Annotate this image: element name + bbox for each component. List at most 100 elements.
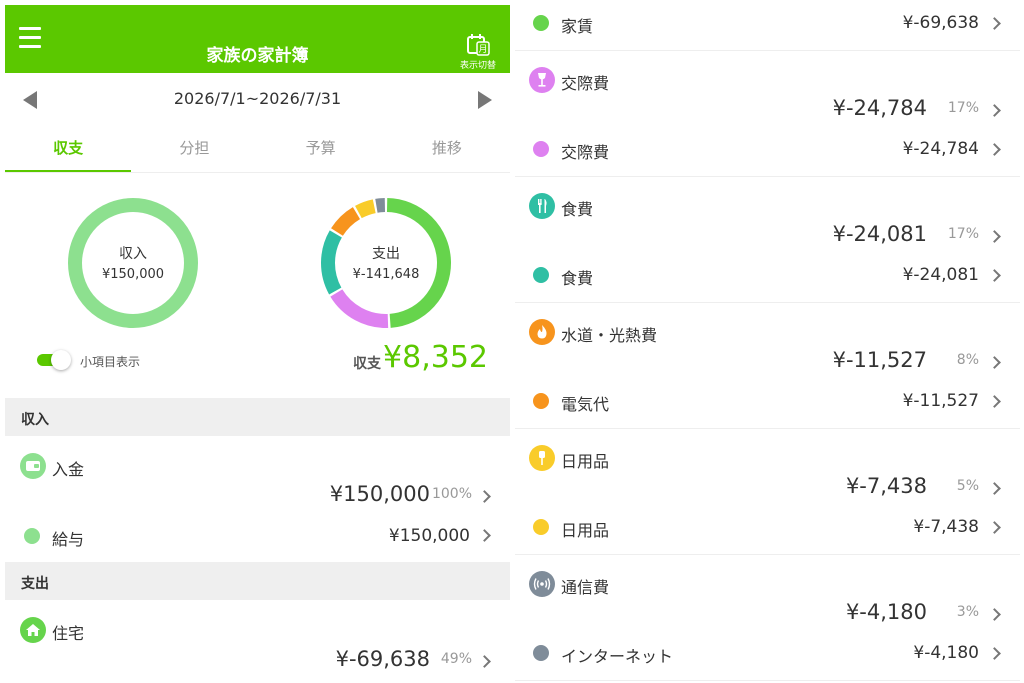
color-dot — [533, 393, 549, 409]
item-amount: ¥150,000 — [388, 526, 470, 546]
item-name: 給与 — [52, 530, 85, 549]
category-row[interactable]: 水道・光熱費 ¥-11,527 8% — [515, 302, 1020, 378]
chevron-right-icon — [988, 608, 1001, 621]
chevron-right-icon — [988, 521, 1001, 534]
chevron-right-icon — [478, 490, 491, 503]
tab-budget[interactable]: 予算 — [258, 125, 384, 172]
date-navigation: 2026/7/1~2026/7/31 — [5, 73, 510, 125]
app-title: 家族の家計簿 — [206, 46, 309, 66]
category-name: 水道・光熱費 — [561, 326, 658, 345]
category-percent: 3% — [956, 604, 979, 620]
expense-amount: ¥-141,648 — [352, 267, 420, 282]
subitem-toggle-label: 小項目表示 — [80, 355, 141, 369]
chevron-right-icon — [478, 655, 491, 668]
income-section-title: 収入 — [21, 412, 49, 428]
fork-knife-icon — [529, 193, 555, 219]
chevron-right-icon — [478, 529, 491, 542]
category-percent: 8% — [956, 352, 979, 368]
chevron-right-icon — [988, 395, 1001, 408]
color-dot — [533, 645, 549, 661]
summary-panel: 家族の家計簿 月 表示切替 2026/7/1~2026/7/31 収支 分担 予算推… — [5, 0, 510, 683]
category-percent: 49% — [440, 651, 472, 667]
category-percent: 17% — [947, 226, 979, 242]
category-row[interactable]: 食費 ¥-24,081 17% — [515, 176, 1020, 252]
svg-text:月: 月 — [478, 44, 487, 55]
income-label: 収入 — [119, 246, 147, 262]
item-amount: ¥-4,180 — [913, 643, 979, 663]
item-row[interactable]: 電気代 ¥-11,527 — [515, 378, 1020, 428]
category-row[interactable]: 通信費 ¥-4,180 3% — [515, 554, 1020, 630]
item-name: 日用品 — [561, 521, 610, 540]
income-amount: ¥150,000 — [101, 267, 165, 282]
item-row[interactable]: 日用品 ¥-7,438 — [515, 504, 1020, 554]
house-icon — [20, 617, 46, 643]
donut-segment-5 — [375, 198, 386, 213]
category-name: 交際費 — [561, 74, 610, 93]
donut-segment-1 — [330, 289, 389, 328]
expense-donut: 支出 ¥-141,648 — [316, 193, 456, 333]
view-toggle-label: 表示切替 — [459, 61, 496, 71]
chevron-right-icon — [988, 143, 1001, 156]
app-bar: 家族の家計簿 月 表示切替 — [5, 5, 510, 73]
category-row-expense[interactable]: 住宅 ¥-69,638 49% — [5, 600, 510, 683]
donut-segment-3 — [331, 207, 361, 237]
color-dot — [533, 519, 549, 535]
chevron-right-icon — [988, 104, 1001, 117]
item-amount: ¥-69,638 — [902, 13, 979, 33]
balance-label: 収支 — [353, 356, 381, 372]
expense-section-title: 支出 — [21, 576, 49, 592]
category-amount: ¥-69,638 — [335, 647, 430, 671]
category-row[interactable]: 日用品 ¥-7,438 5% — [515, 428, 1020, 504]
chevron-right-icon — [988, 356, 1001, 369]
category-percent: 17% — [947, 100, 979, 116]
color-dot — [533, 267, 549, 283]
category-amount: ¥-24,081 — [832, 222, 927, 246]
item-amount: ¥-24,784 — [902, 139, 979, 159]
category-amount: ¥-7,438 — [845, 474, 927, 498]
category-percent: 100% — [431, 486, 472, 502]
flame-icon — [529, 319, 555, 345]
item-amount: ¥-24,081 — [902, 265, 979, 285]
toothbrush-icon — [529, 445, 555, 471]
item-row[interactable]: インターネット ¥-4,180 — [515, 630, 1020, 680]
item-row[interactable]: 家賃 ¥-69,638 — [515, 0, 1020, 50]
view-toggle-button[interactable]: 月 表示切替 — [456, 33, 500, 71]
item-amount: ¥-11,527 — [902, 391, 979, 411]
category-name: 通信費 — [561, 578, 610, 597]
chevron-right-icon — [988, 647, 1001, 660]
chevron-right-icon — [988, 17, 1001, 30]
chevron-right-icon — [988, 482, 1001, 495]
row-divider — [515, 680, 1020, 681]
item-row[interactable]: 食費 ¥-24,081 — [515, 252, 1020, 302]
calendar-icon: 月 — [467, 34, 490, 56]
item-row-income[interactable]: 給与 ¥150,000 — [5, 518, 510, 562]
category-amount: ¥-11,527 — [832, 348, 927, 372]
signal-icon — [529, 571, 555, 597]
item-name: 食費 — [561, 269, 594, 288]
item-name: 交際費 — [561, 143, 610, 162]
date-range: 2026/7/1~2026/7/31 — [173, 89, 342, 108]
income-section-header: 収入 — [5, 398, 510, 436]
color-dot — [24, 528, 40, 544]
expense-label: 支出 — [372, 246, 400, 262]
subitem-toggle[interactable] — [37, 350, 71, 370]
wallet-icon — [20, 453, 46, 479]
category-amount: ¥-4,180 — [845, 600, 927, 624]
category-row-income[interactable]: 入金 ¥150,000 100% — [5, 436, 510, 518]
item-name: 家賃 — [561, 17, 594, 36]
item-name: インターネット — [561, 647, 674, 666]
category-amount: ¥-24,784 — [832, 96, 927, 120]
category-list-panel: 家賃 ¥-69,638 交際費 ¥-24,784 17% 交際費 ¥-24,78… — [515, 0, 1020, 683]
chevron-right-icon — [988, 230, 1001, 243]
category-row[interactable]: 交際費 ¥-24,784 17% — [515, 50, 1020, 126]
category-name: 住宅 — [52, 624, 85, 643]
item-row[interactable]: 交際費 ¥-24,784 — [515, 126, 1020, 176]
tab-income-expense[interactable]: 収支 — [5, 125, 132, 172]
tab-trend[interactable]: 推移 — [384, 125, 510, 172]
color-dot — [533, 141, 549, 157]
tab-bar: 収支 分担 予算 推移 — [5, 125, 510, 173]
category-amount: ¥150,000 — [329, 482, 430, 506]
tab-split[interactable]: 分担 — [131, 125, 257, 172]
income-donut: 収入 ¥150,000 — [63, 193, 203, 333]
next-month-icon[interactable] — [478, 91, 492, 109]
